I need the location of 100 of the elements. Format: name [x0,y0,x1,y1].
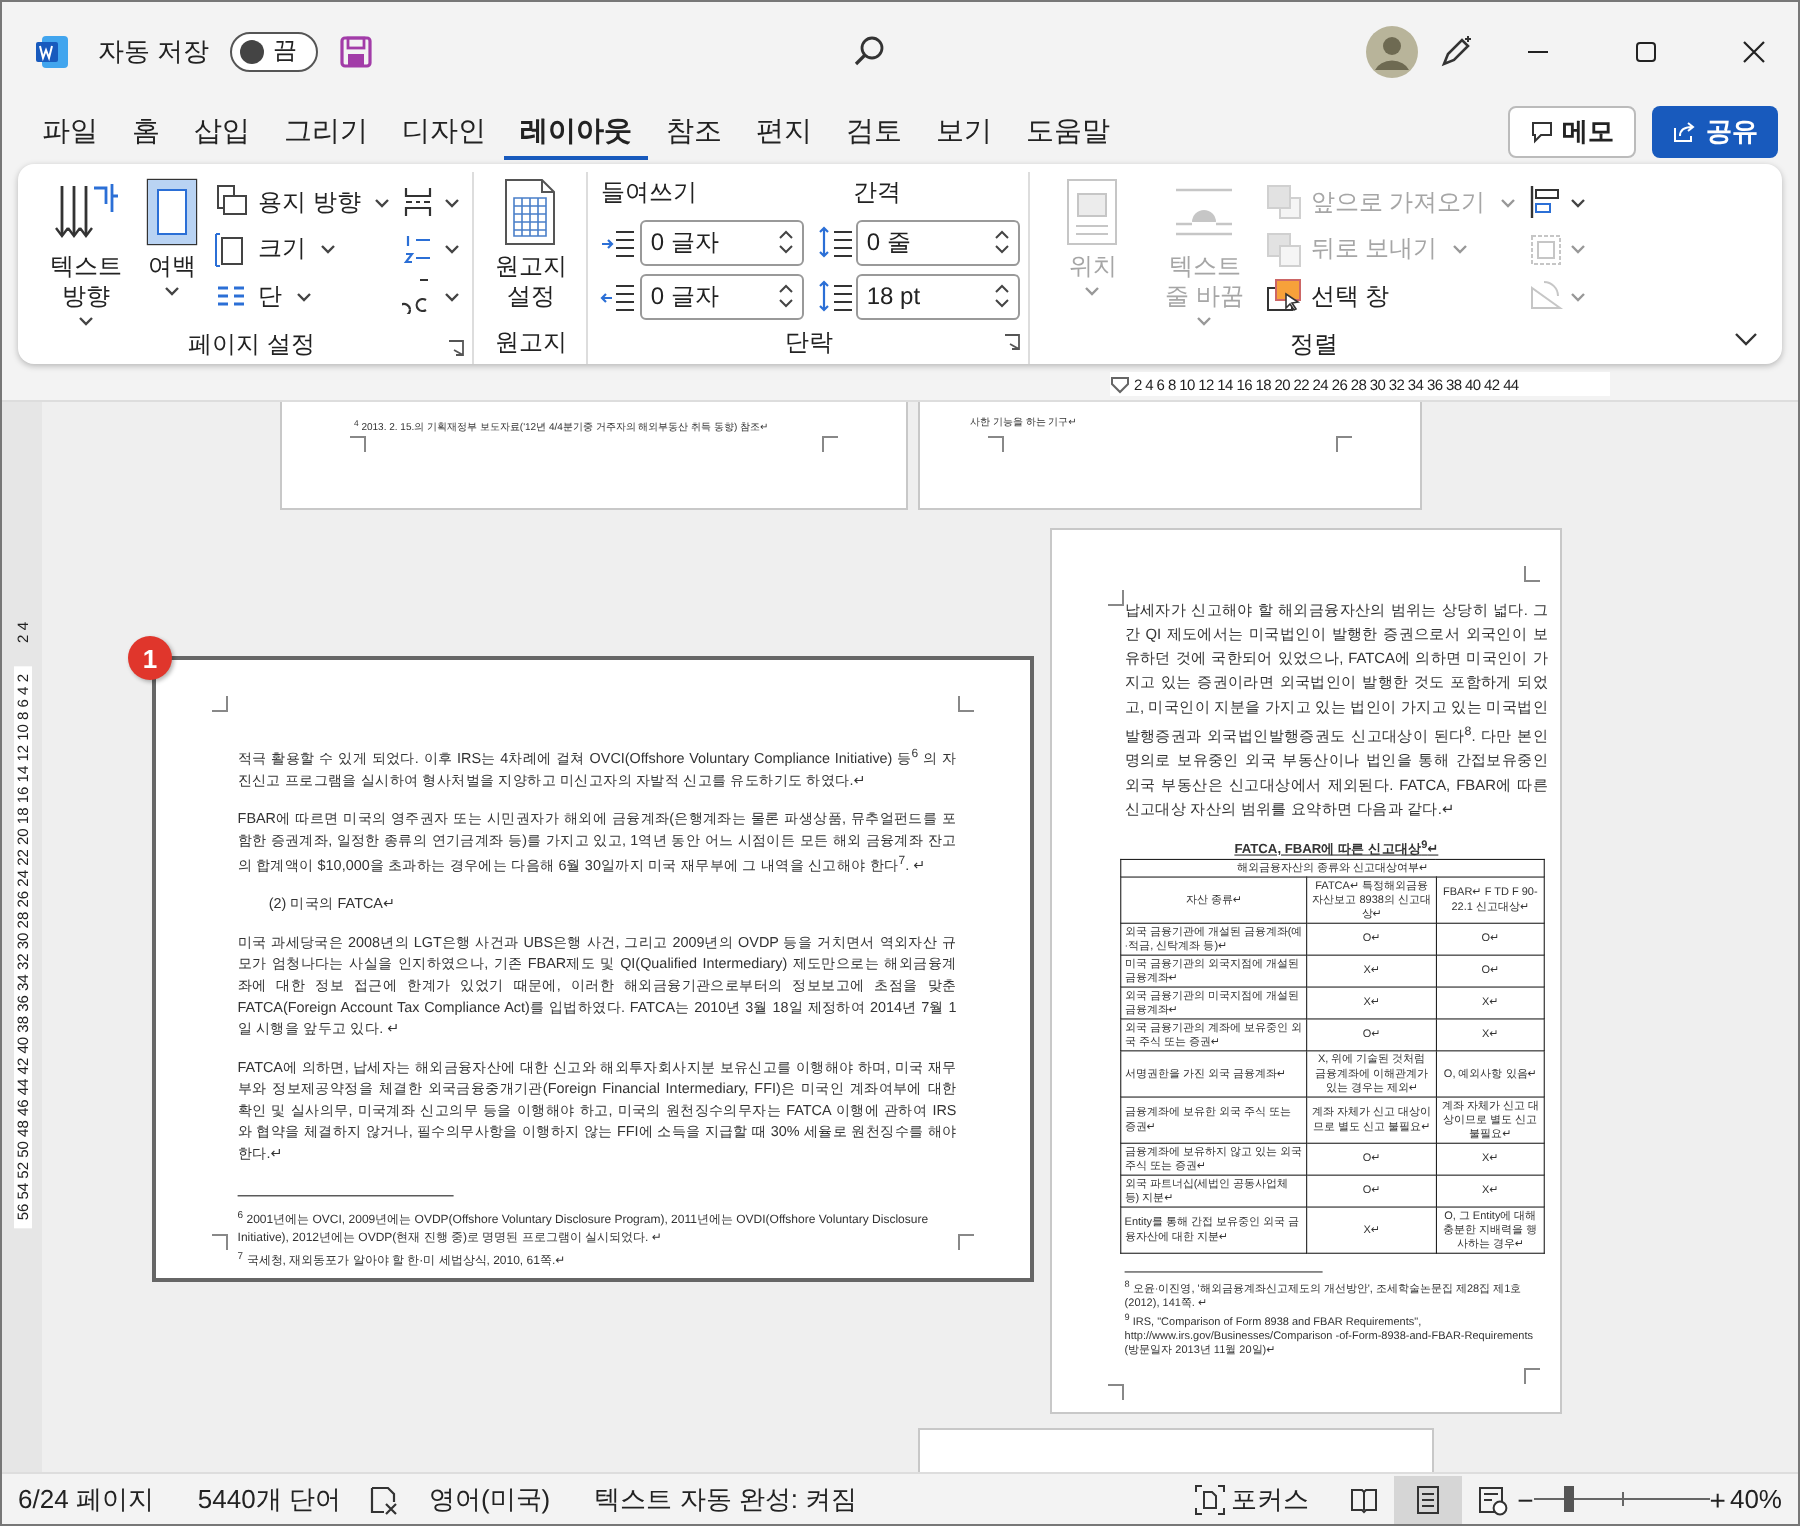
margin-corner-icon [822,436,838,452]
margins-button[interactable]: 여백 [142,172,202,326]
zoom-in-button[interactable]: + [1709,1483,1726,1515]
language-status[interactable]: 영어(미국) [428,1481,551,1517]
selection-pane-button[interactable]: 선택 창 [1266,274,1516,318]
selection-pane-icon [1266,278,1303,314]
spinner-arrows-icon[interactable] [778,227,795,256]
ribbon-tab[interactable]: 레이아웃 [504,103,648,159]
ribbon-tab[interactable]: 검토 [830,103,918,159]
grid-paper-icon [504,178,557,246]
print-layout-button[interactable] [1393,1475,1462,1523]
group-label: 정렬 [1290,328,1339,362]
print-layout-icon [1411,1483,1444,1515]
margin-corner-icon [958,696,974,712]
read-mode-icon [1347,1483,1380,1515]
caret-icon [1084,286,1101,296]
align-button[interactable] [1527,180,1586,224]
caret-icon [1569,291,1586,301]
ribbon-tab[interactable]: 디자인 [386,103,502,159]
manuscript-settings-button[interactable]: 원고지 설정 [486,172,575,320]
ribbon-tab[interactable]: 참조 [650,103,738,159]
caret-icon [164,286,180,296]
indent-right-icon [600,280,637,313]
ribbon-tab[interactable]: 파일 [26,103,114,159]
caret-icon [1499,197,1516,207]
pages-icon [214,184,250,220]
spacing-after-icon [816,280,853,313]
proofing-icon[interactable] [368,1483,401,1515]
size-button[interactable]: 크기 [214,227,391,271]
margin-corner-icon [350,436,366,452]
group-objects-icon [1527,231,1564,267]
margin-corner-icon [1108,590,1124,606]
share-icon [1672,119,1696,143]
indent-label: 들여쓰기 [600,176,699,210]
spacing-before-field[interactable]: 0 줄 [856,219,1021,266]
pen-sparkle-icon[interactable] [1438,33,1474,69]
spacing-after-field[interactable]: 18 pt [856,273,1021,320]
ribbon-tab[interactable]: 도움말 [1010,103,1126,159]
columns-button[interactable]: 단 [214,274,391,318]
close-icon[interactable] [1742,39,1766,63]
word-count[interactable]: 5440개 단어 [197,1481,341,1517]
collapse-ribbon-icon[interactable] [1734,332,1758,348]
ribbon-tab[interactable]: 그리기 [268,103,384,159]
margins-icon [146,178,198,246]
indent-right-field[interactable]: 0 글자 [640,273,805,320]
orientation-button[interactable]: 용지 방향 [214,180,391,224]
page-count[interactable]: 6/24 페이지 [18,1481,154,1517]
autocomplete-status[interactable]: 텍스트 자동 완성: 켜짐 [594,1481,858,1517]
zoom-out-button[interactable]: − [1517,1483,1534,1515]
indent-left-field[interactable]: 0 글자 [640,219,805,266]
margin-corner-icon [1108,1384,1124,1400]
position-icon [1066,178,1119,246]
autosave-toggle[interactable]: 끔 [229,31,318,71]
focus-icon [1193,1483,1226,1515]
ribbon-tab[interactable]: 편지 [740,103,828,159]
group-label: 단락 [784,325,833,359]
group-label: 원고지 [494,325,567,359]
zoom-level[interactable]: 40% [1729,1484,1782,1514]
maximize-icon[interactable] [1634,39,1658,63]
ribbon-tab[interactable]: 삽입 [178,103,266,159]
save-icon[interactable] [337,33,374,69]
comment-button[interactable]: 메모 [1508,105,1636,157]
dialog-launcher-icon[interactable] [1004,334,1021,350]
slider-thumb[interactable] [1563,1486,1574,1512]
comment-icon [1530,119,1554,143]
spinner-arrows-icon[interactable] [778,281,795,310]
ribbon-tab[interactable]: 홈 [116,103,176,159]
ribbon-tab[interactable]: 보기 [920,103,1008,159]
margin-corner-icon [1524,1368,1540,1384]
dialog-launcher-icon[interactable] [448,340,465,356]
caret-icon [1569,244,1586,254]
layers-front-icon [1266,184,1303,220]
indent-marker-icon[interactable] [1110,375,1130,393]
spinner-arrows-icon[interactable] [994,227,1011,256]
share-button[interactable]: 공유 [1652,105,1778,157]
caret-icon [78,316,94,326]
caret-icon [320,244,336,254]
rotate-icon [1527,278,1564,314]
layers-back-icon [1266,231,1303,267]
spinner-arrows-icon[interactable] [994,281,1011,310]
caret-icon [1569,197,1586,207]
margin-corner-icon [212,1234,228,1250]
spacing-before-icon [816,226,853,259]
autosave-label: 자동 저장 [98,33,210,69]
hyphenation-button[interactable] [402,274,461,318]
align-icon [1527,184,1564,220]
caret-icon [1451,244,1468,254]
caret-icon [296,291,312,301]
caret-icon [1196,316,1213,326]
text-direction-button[interactable]: 텍스트 방향 [42,172,130,326]
spacing-label: 간격 [850,176,903,210]
search-icon[interactable] [851,33,888,69]
margin-corner-icon [958,1234,974,1250]
caret-icon [444,291,461,301]
caret-icon [374,197,391,207]
callout-marker: 1 [128,636,172,680]
focus-button[interactable]: 포커스 [1193,1481,1310,1517]
avatar-icon[interactable] [1366,25,1418,77]
document-page[interactable] [1050,528,1562,1414]
margin-corner-icon [212,696,228,712]
